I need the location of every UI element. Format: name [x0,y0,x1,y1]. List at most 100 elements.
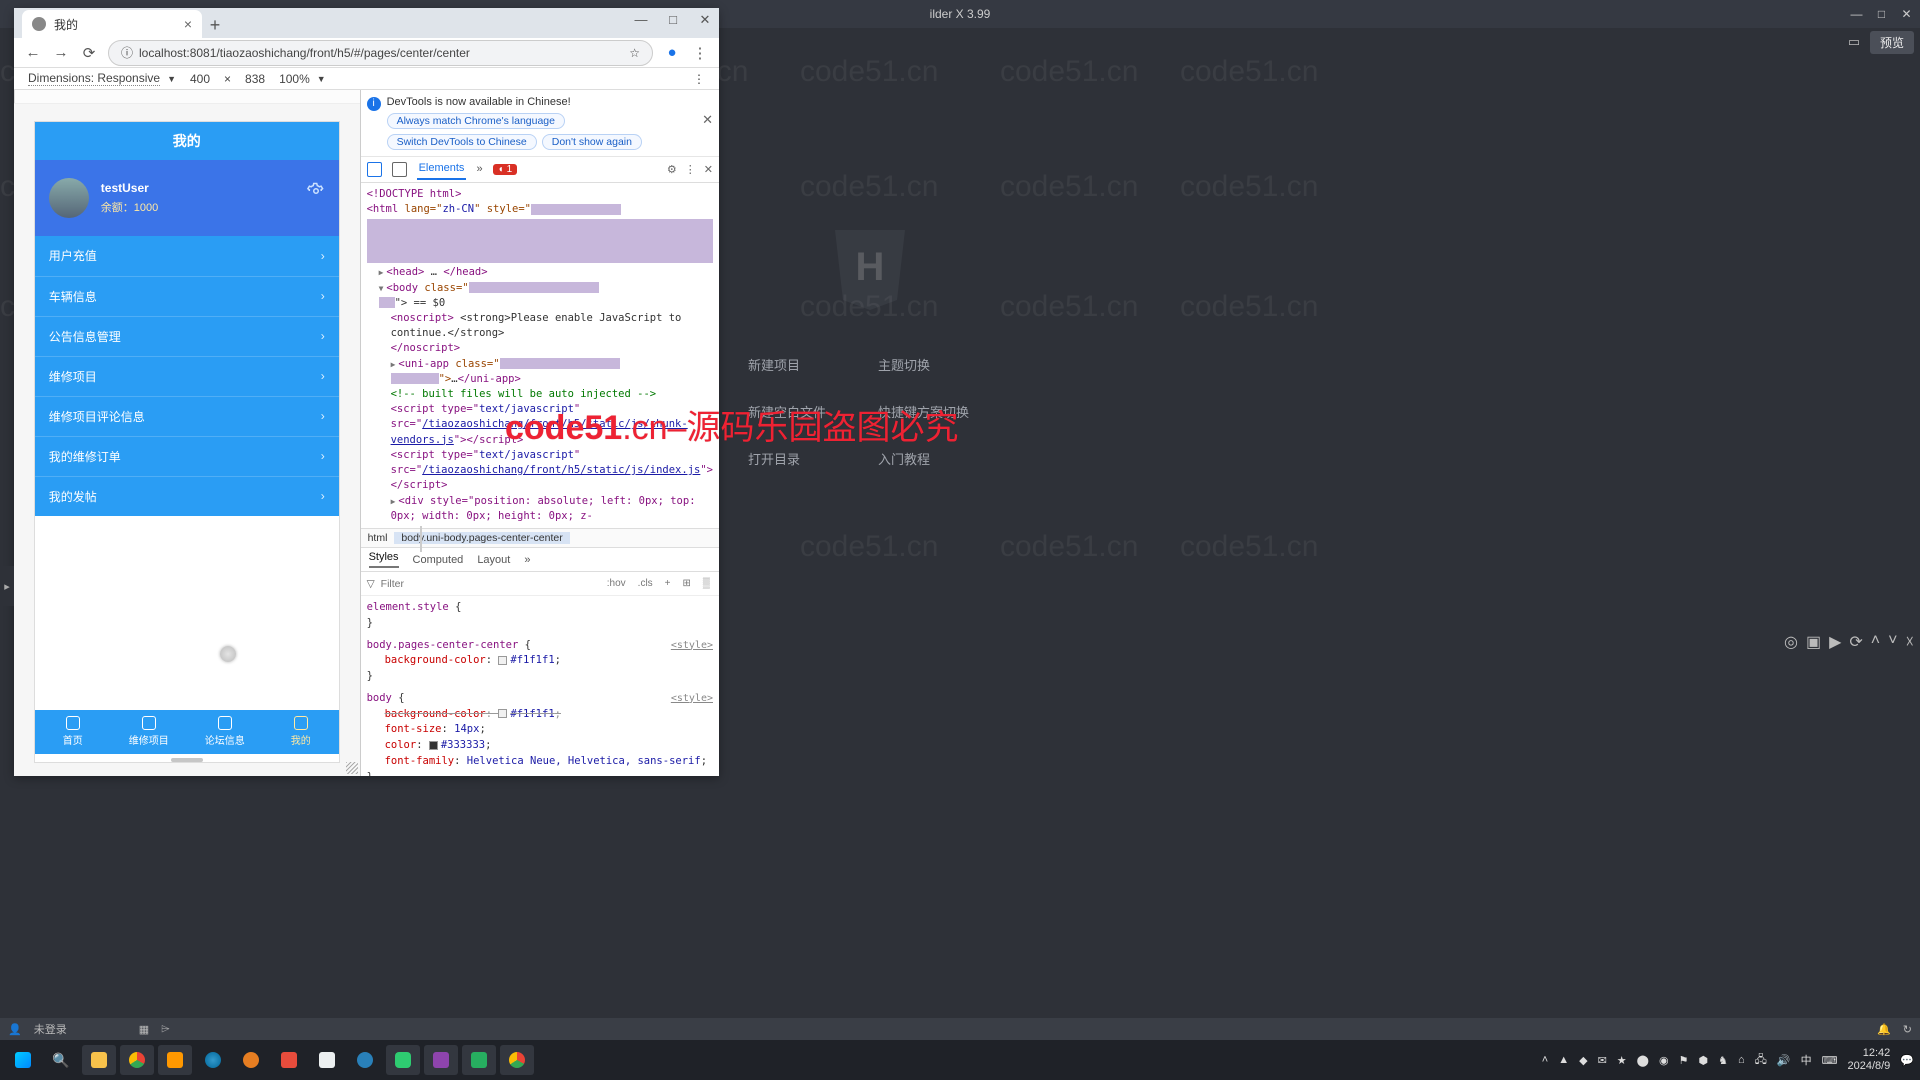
taskbar-clock[interactable]: 12:42 2024/8/9 [1847,1047,1890,1072]
task-app3[interactable] [348,1045,382,1075]
step-icon[interactable]: ▶ [1829,632,1841,652]
ide-min-icon[interactable]: — [1851,9,1862,20]
preview-button[interactable]: 预览 [1870,31,1914,54]
stop-icon[interactable]: ▣ [1806,632,1821,652]
ide-max-icon[interactable]: □ [1876,9,1887,20]
rule-source[interactable]: <style> [671,638,713,653]
tray-7[interactable]: ⚑ [1679,1054,1689,1067]
devtools-menu-icon[interactable]: ⋮ [685,163,696,176]
tray-6[interactable]: ◉ [1659,1054,1669,1067]
forward-icon[interactable]: → [52,44,70,61]
tray-10[interactable]: ⌂ [1738,1054,1745,1066]
star-icon[interactable]: ☆ [629,46,640,60]
subtab-more-icon[interactable]: » [524,554,530,566]
menu-my-posts[interactable]: 我的发帖› [35,476,339,516]
kebab-menu-icon[interactable]: ⋮ [691,44,709,62]
tray-3[interactable]: ✉ [1598,1054,1607,1067]
chip-switch-lang[interactable]: Switch DevTools to Chinese [387,134,537,150]
computed-toggle-icon[interactable]: ⊞ [680,578,694,589]
toggle-sidebar-icon[interactable]: ▒ [700,578,713,589]
run-target-icon[interactable]: ◎ [1784,632,1798,652]
phone-icon[interactable]: ▭ [1844,32,1864,52]
dim-width[interactable]: 400 [190,72,210,86]
task-idea[interactable] [424,1045,458,1075]
breadcrumb[interactable]: html body.uni-body.pages-center-center [361,528,719,548]
filter-icon[interactable]: ▽ [367,578,375,590]
resize-corner-icon[interactable] [346,762,358,774]
tab-repair[interactable]: 维修项目 [111,710,187,754]
user-card[interactable]: testUser 余额：1000 [35,160,339,236]
new-tab-button[interactable]: + [202,12,228,38]
tab-close-icon[interactable]: × [184,16,192,32]
bell-icon[interactable]: 🔔 [1877,1023,1891,1036]
dim-height[interactable]: 838 [245,72,265,86]
tray-2[interactable]: ◆ [1579,1054,1587,1067]
new-rule-icon[interactable]: + [662,578,674,589]
tray-ime[interactable]: 中 [1801,1052,1812,1068]
crumb-html[interactable]: html [361,532,395,544]
task-hbuilder[interactable] [462,1045,496,1075]
grid-icon[interactable]: ▦ [139,1023,149,1036]
devtools-close-icon[interactable]: ✕ [704,163,713,176]
tray-9[interactable]: ♞ [1718,1054,1728,1067]
tray-4[interactable]: ★ [1617,1054,1627,1067]
ide-link-new-project[interactable]: 新建项目 [748,355,878,374]
profile-icon[interactable]: ● [663,44,681,61]
ide-link-open-dir[interactable]: 打开目录 [748,449,878,468]
ide-link-tutorial[interactable]: 入门教程 [878,449,1008,468]
drag-handle-icon[interactable] [171,758,203,762]
task-chrome[interactable] [120,1045,154,1075]
hov-toggle[interactable]: :hov [604,578,629,589]
more-tabs-icon[interactable]: » [476,163,482,175]
tray-up-icon[interactable]: ˄ [1542,1054,1548,1066]
task-app2[interactable] [310,1045,344,1075]
chrome-min-icon[interactable]: — [633,12,649,28]
device-menu-icon[interactable]: ⋮ [693,72,705,86]
task-explorer[interactable] [82,1045,116,1075]
back-icon[interactable]: ← [24,44,42,61]
chip-always-match[interactable]: Always match Chrome's language [387,113,565,129]
collapse-up-icon[interactable]: ˄ [1871,632,1880,652]
devtools-gear-icon[interactable]: ⚙ [667,163,677,176]
ide-side-expand-icon[interactable]: ▸ [0,566,14,606]
avatar[interactable] [49,178,89,218]
tray-vol-icon[interactable]: 🔊 [1777,1054,1791,1067]
elements-tree[interactable]: <!DOCTYPE html> <html lang="zh-CN" style… [361,183,719,528]
menu-repair[interactable]: 维修项目› [35,356,339,396]
chrome-max-icon[interactable]: □ [665,12,681,28]
inspect-icon[interactable] [367,162,382,177]
task-chrome2[interactable] [500,1045,534,1075]
device-mode-icon[interactable] [392,162,407,177]
cls-toggle[interactable]: .cls [635,578,656,589]
chip-dont-show[interactable]: Don't show again [542,134,642,150]
reload-icon[interactable]: ⟳ [80,44,98,62]
subtab-styles[interactable]: Styles [369,551,399,568]
devtools-splitter[interactable] [418,526,424,552]
styles-filter-input[interactable] [381,578,598,590]
menu-vehicle[interactable]: 车辆信息› [35,276,339,316]
site-info-icon[interactable]: ⓘ [121,44,133,61]
menu-recharge[interactable]: 用户充值› [35,236,339,276]
task-app1[interactable] [234,1045,268,1075]
task-wps[interactable] [272,1045,306,1075]
login-status[interactable]: 未登录 [34,1021,67,1037]
tab-elements[interactable]: Elements [417,158,467,180]
zoom-select[interactable]: 100%▼ [279,72,326,86]
task-sublime[interactable] [158,1045,192,1075]
tray-8[interactable]: ⬢ [1698,1054,1708,1067]
tray-5[interactable]: ⬤ [1637,1054,1649,1067]
ide-close-icon[interactable]: ✕ [1901,9,1912,20]
user-icon[interactable]: 👤 [8,1023,22,1036]
error-badge[interactable]: ◖1 [493,164,518,175]
tab-home[interactable]: 首页 [35,710,111,754]
rule-source[interactable]: <style> [671,691,713,706]
ide-link-theme[interactable]: 主题切换 [878,355,1008,374]
notifications-icon[interactable]: 💬 [1900,1054,1914,1067]
resize-handle-icon[interactable] [220,646,236,662]
subtab-layout[interactable]: Layout [477,554,510,566]
tray-kbd-icon[interactable]: ⌨ [1822,1054,1838,1067]
collapse-down-icon[interactable]: ˅ [1888,632,1897,652]
gear-icon[interactable] [307,182,325,200]
terminal-icon[interactable]: ⌲ [161,1023,170,1036]
sync-icon[interactable]: ↻ [1903,1023,1912,1036]
